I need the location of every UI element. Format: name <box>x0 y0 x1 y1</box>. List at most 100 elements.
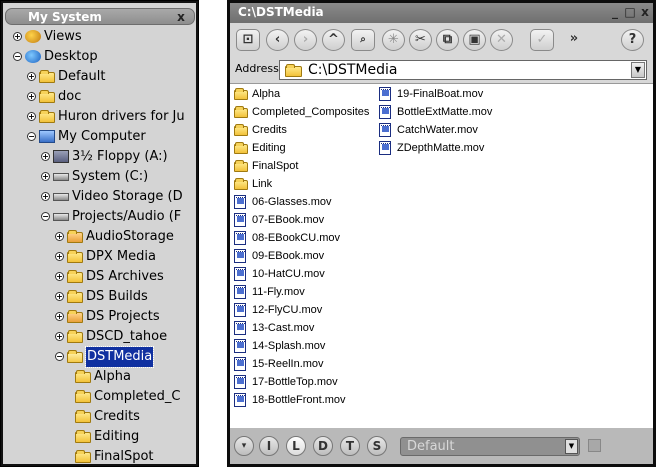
tree-node-label: DSCD_tahoe <box>86 329 168 344</box>
movie-file-icon <box>379 141 391 155</box>
tree-node[interactable]: + doc <box>3 87 196 107</box>
tree-node[interactable]: + DSCD_tahoe <box>3 327 196 347</box>
paste-icon[interactable]: ▣ <box>463 29 486 51</box>
view-list-button[interactable]: L <box>286 436 306 456</box>
close-window-button[interactable]: x <box>638 6 652 19</box>
more-icon[interactable]: » <box>562 29 586 51</box>
file-name: 18-BottleFront.mov <box>252 394 346 406</box>
tree-node[interactable]: + DS Archives <box>3 267 196 287</box>
help-icon[interactable]: ? <box>621 29 644 51</box>
drive-icon <box>53 193 69 201</box>
expand-icon[interactable]: + <box>41 172 50 181</box>
tree-node[interactable]: FinalSpot <box>3 447 196 464</box>
address-input[interactable]: C:\DSTMedia ▼ <box>279 60 647 80</box>
tree-node[interactable]: − DSTMedia <box>3 346 196 368</box>
tree-node[interactable]: Completed_C <box>3 387 196 407</box>
tree-node[interactable]: − Projects/Audio (F <box>3 207 196 227</box>
expand-icon[interactable]: + <box>55 232 64 241</box>
tree-node-label: DS Archives <box>86 269 164 284</box>
folder-icon <box>67 270 83 283</box>
expand-icon[interactable]: + <box>13 32 22 41</box>
properties-icon[interactable]: ✓ <box>530 29 554 51</box>
expand-icon[interactable]: + <box>41 152 50 161</box>
tree-node[interactable]: − Desktop <box>3 47 196 67</box>
maximize-button[interactable]: □ <box>623 6 637 19</box>
open-folder-icon <box>67 350 83 363</box>
expand-icon[interactable]: + <box>27 112 36 121</box>
view-preset-select[interactable]: Default ▼ <box>400 437 580 456</box>
collapse-icon[interactable]: − <box>13 52 22 61</box>
collapse-icon[interactable]: − <box>41 212 50 221</box>
folder-icon <box>67 250 83 263</box>
file-name: FinalSpot <box>252 160 299 172</box>
cut-icon[interactable]: ✂ <box>409 29 432 51</box>
tree-node-label: Views <box>44 29 82 44</box>
copy-icon[interactable]: ⧉ <box>436 29 459 51</box>
tree-node[interactable]: Credits <box>3 407 196 427</box>
drive-icon <box>53 173 69 181</box>
file-name: 10-HatCU.mov <box>252 268 325 280</box>
browser-window: C:\DSTMedia _ □ x ⊡ ‹ › ^ ⌕ ✳ ✂ ⧉ ▣ ✕ ✓ … <box>227 0 656 467</box>
folder-icon <box>67 330 83 343</box>
view-small-button[interactable]: S <box>367 436 387 456</box>
new-icon[interactable]: ✳ <box>382 29 405 51</box>
search-icon[interactable]: ⌕ <box>351 29 375 51</box>
tree-node[interactable]: Editing <box>3 427 196 447</box>
view-icons-button[interactable]: I <box>259 436 279 456</box>
file-name: CatchWater.mov <box>397 124 478 136</box>
tree-node[interactable]: + Default <box>3 67 196 87</box>
folder-icon <box>67 290 83 303</box>
folder-icon <box>234 178 248 190</box>
tree-node-label: Alpha <box>94 369 131 384</box>
expand-icon[interactable]: + <box>27 92 36 101</box>
expand-icon[interactable]: + <box>55 272 64 281</box>
tree-node[interactable]: +3½ Floppy (A:) <box>3 147 196 167</box>
tree-node[interactable]: + Video Storage (D <box>3 187 196 207</box>
folder-icon <box>234 124 248 136</box>
expand-icon[interactable]: + <box>55 252 64 261</box>
computer-icon <box>39 130 55 143</box>
expand-icon[interactable]: + <box>55 332 64 341</box>
expand-icon[interactable]: + <box>41 192 50 201</box>
file-name: 11-Fly.mov <box>252 286 305 298</box>
file-name: 17-BottleTop.mov <box>252 376 338 388</box>
tree-node-label: DSTMedia <box>84 346 155 368</box>
tree-node[interactable]: + Views <box>3 27 196 47</box>
tree-node[interactable]: Alpha <box>3 367 196 387</box>
file-name: ZDepthMatte.mov <box>397 142 485 154</box>
movie-file-icon <box>379 123 391 137</box>
forward-button[interactable]: › <box>294 29 317 51</box>
tree-node[interactable]: + System (C:) <box>3 167 196 187</box>
expand-icon[interactable]: + <box>27 72 36 81</box>
expand-icon[interactable]: + <box>55 292 64 301</box>
folder-icon <box>39 70 55 83</box>
address-label: Address <box>235 62 279 75</box>
view-thumbnails-button[interactable]: T <box>340 436 360 456</box>
save-view-icon[interactable] <box>588 439 601 452</box>
collapse-icon[interactable]: − <box>55 352 64 361</box>
delete-icon[interactable]: ✕ <box>490 29 513 51</box>
tree-node[interactable]: + DPX Media <box>3 247 196 267</box>
view-dropdown-button[interactable]: ▾ <box>234 436 254 456</box>
tree-node-label: Credits <box>94 409 140 424</box>
tree-node-label: Video Storage (D <box>72 189 183 204</box>
tree-node[interactable]: + AudioStorage <box>3 227 196 247</box>
close-icon[interactable]: x <box>174 10 188 24</box>
view-mode-icon[interactable]: ⊡ <box>236 29 260 51</box>
view-details-button[interactable]: D <box>313 436 333 456</box>
tree-node-label: Editing <box>94 429 140 444</box>
tree-node-label: Huron drivers for Ju <box>58 109 185 124</box>
expand-icon[interactable]: + <box>55 312 64 321</box>
chevron-down-icon[interactable]: ▼ <box>565 439 578 454</box>
back-button[interactable]: ‹ <box>266 29 289 51</box>
tree-node[interactable]: + Huron drivers for Ju <box>3 107 196 127</box>
tree-node[interactable]: − My Computer <box>3 127 196 147</box>
collapse-icon[interactable]: − <box>27 132 36 141</box>
minimize-button[interactable]: _ <box>608 6 622 19</box>
tree-node[interactable]: + DS Builds <box>3 287 196 307</box>
tree-node[interactable]: + DS Projects <box>3 307 196 327</box>
up-button[interactable]: ^ <box>322 29 345 51</box>
folder-icon <box>285 64 302 77</box>
window-title-bar: C:\DSTMedia _ □ x <box>230 3 653 23</box>
chevron-down-icon[interactable]: ▼ <box>631 62 645 78</box>
